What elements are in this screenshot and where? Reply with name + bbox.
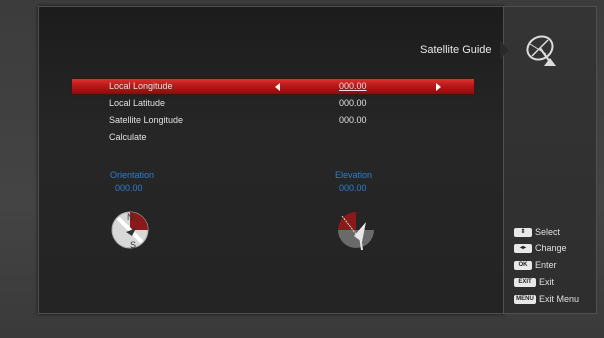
row-label: Local Longitude <box>109 81 173 91</box>
elevation-label: Elevation <box>335 170 373 180</box>
legend-change: ◂▸ Change <box>514 242 567 255</box>
legend-exit-menu: MENU Exit Menu <box>514 293 579 306</box>
tv-screen: Satellite Guide Local Longitude 000.00 L… <box>0 0 604 338</box>
compass-icon: N S <box>111 211 149 250</box>
row-label: Satellite Longitude <box>109 115 184 125</box>
elevation-value: 000.00 <box>339 183 367 193</box>
legend-label: Select <box>535 227 561 237</box>
row-value[interactable]: 000.00 <box>339 113 367 128</box>
compass-south-letter: S <box>130 240 136 250</box>
orientation-value: 000.00 <box>115 183 143 193</box>
elevation-dish-icon <box>338 212 374 251</box>
legend-select: ⇕ Select <box>514 226 560 239</box>
row-value[interactable]: 000.00 <box>339 79 367 94</box>
row-value[interactable]: 000.00 <box>339 96 367 111</box>
select-key-icon: ⇕ <box>514 228 532 238</box>
title-pointer <box>500 41 509 59</box>
legend-label: Exit <box>539 277 555 287</box>
row-label: Calculate <box>109 132 147 142</box>
menu-key-icon: MENU <box>514 295 536 305</box>
right-arrow-icon[interactable] <box>436 83 441 91</box>
row-local-longitude[interactable]: Local Longitude 000.00 <box>72 79 474 94</box>
row-label: Local Latitude <box>109 98 166 108</box>
row-local-latitude[interactable]: Local Latitude 000.00 <box>72 96 474 111</box>
left-arrow-icon[interactable] <box>275 83 280 91</box>
compass-north-letter: N <box>127 212 134 222</box>
change-key-icon: ◂▸ <box>514 244 532 254</box>
exit-key-icon: EXIT <box>514 278 536 288</box>
legend-enter: OK Enter <box>514 259 557 272</box>
row-satellite-longitude[interactable]: Satellite Longitude 000.00 <box>72 113 474 128</box>
row-calculate[interactable]: Calculate <box>72 130 474 145</box>
satellite-dish-icon <box>526 35 556 66</box>
page-title: Satellite Guide <box>420 44 492 56</box>
legend-exit: EXIT Exit <box>514 276 554 289</box>
ok-key-icon: OK <box>514 261 532 271</box>
legend-label: Exit Menu <box>539 294 580 304</box>
orientation-label: Orientation <box>110 170 155 180</box>
legend-label: Enter <box>535 260 557 270</box>
legend-label: Change <box>535 243 567 253</box>
